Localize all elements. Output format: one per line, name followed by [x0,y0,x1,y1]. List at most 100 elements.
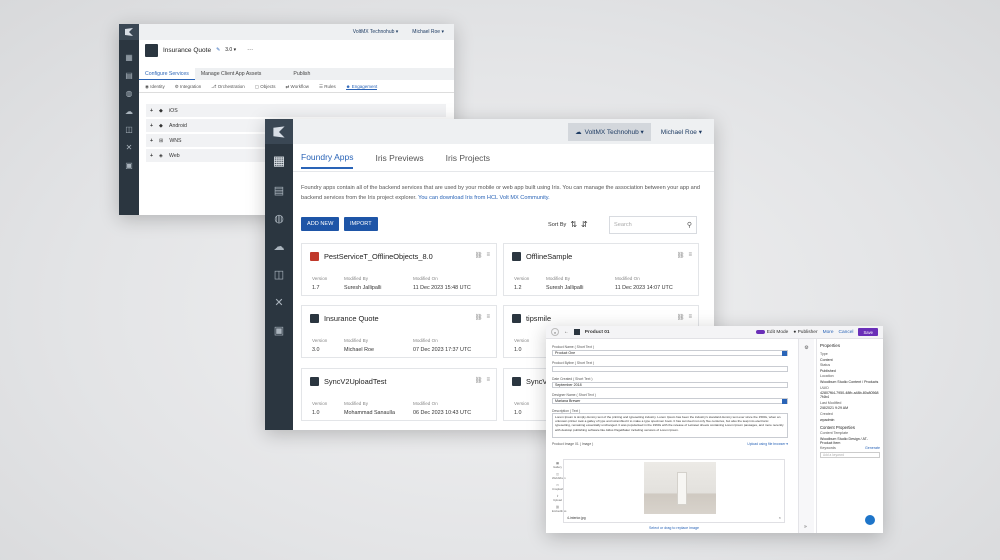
apps-grid-icon[interactable]: ▦ [265,146,293,176]
link-icon[interactable]: ⛓ [475,377,483,384]
tab-foundry-apps[interactable]: Foundry Apps [301,152,354,169]
settings-icon[interactable]: ▣ [265,316,293,344]
app-card[interactable]: OfflineSample ⛓ ≡ Version Modified By Mod… [503,243,699,296]
app-card[interactable]: Insurance Quote ⛓ ≡ Version Modified By M… [301,305,497,358]
app-card[interactable]: SyncV2UploadTest ⛓ ≡ Version Modified By … [301,368,497,421]
image-preview[interactable]: 4-interior.jpg × [563,459,785,523]
download-iris-link[interactable]: You can download Iris from HCL Volt MX C… [418,195,550,201]
unsplash-tool[interactable]: ▭ Unsplash [552,483,564,491]
tab-configure-services[interactable]: Configure Services [139,68,195,80]
app-name[interactable]: OfflineSample [526,252,572,261]
menu-icon[interactable]: ≡ [688,252,692,259]
subtab-orchestration[interactable]: ⎇ Orchestration [211,84,244,90]
field-action-icon[interactable] [782,399,787,404]
subtab-integration[interactable]: ⚙ Integration [175,84,202,90]
cloud-icon[interactable]: ☁ [265,232,293,260]
webalbum-tool[interactable]: ◫ WebAlbum [552,472,566,480]
sort-date-icon[interactable]: ⇵ [581,220,588,229]
product-name-input[interactable]: Product One [552,350,788,356]
generate-keywords-button[interactable]: Generate [865,446,880,450]
date-created-input[interactable]: September 2018 [552,382,788,388]
link-icon[interactable]: ⛓ [677,314,685,321]
expand-icon[interactable]: + [150,153,153,159]
expand-icon[interactable]: + [150,108,153,114]
platform-label: Android [169,122,187,129]
app-name[interactable]: PestServiceT_OfflineObjects_8.0 [324,252,433,261]
field-action-icon[interactable] [782,351,787,356]
link-icon[interactable]: ⛓ [475,252,483,259]
subtab-identity[interactable]: ◉ Identity [145,84,165,90]
app-name[interactable]: Insurance Quote [324,314,379,323]
edit-mode-toggle[interactable]: Edit Mode [755,330,788,335]
app-name[interactable]: SyncV2UploadTest [324,377,386,386]
search-input[interactable]: Search ⚲ [609,216,697,234]
dashboard-icon[interactable]: ▤ [119,66,139,84]
replace-image-link[interactable]: Select or drag to replace image [563,526,785,530]
close-icon[interactable]: × [551,328,559,336]
import-button[interactable]: IMPORT [344,217,378,231]
upload-link[interactable]: Upload using file browser ▾ [747,442,788,446]
cloud-selector[interactable]: VoltMX Technohub ▾ [353,29,399,35]
tab-publish[interactable]: Publish [267,68,316,80]
embed-tool[interactable]: ⛓ Embedlinks [552,505,566,513]
subtab-workflow[interactable]: ⇄ Workflow [286,84,309,90]
tools-icon[interactable]: ✕ [119,138,139,156]
tab-manage-assets[interactable]: Manage Client App Assets [195,68,268,80]
back-arrow-icon[interactable]: ← [564,330,569,335]
gallery-tool[interactable]: ▦ Gallery [552,461,563,469]
settings-icon[interactable]: ▣ [119,156,139,174]
menu-icon[interactable]: ≡ [688,314,692,321]
save-button[interactable]: Save [858,328,878,336]
menu-icon[interactable]: ≡ [486,377,490,384]
tab-iris-projects[interactable]: Iris Projects [446,153,490,163]
more-menu[interactable]: ··· [247,47,253,53]
properties-tab-icon[interactable]: ⚙ [799,345,814,351]
description-textarea[interactable]: Lorem Ipsum is simply dummy text of the … [552,413,788,438]
link-icon[interactable]: ⛓ [475,314,483,321]
link-icon[interactable]: ⛓ [677,252,685,259]
user-menu[interactable]: Michael Roe ▾ [657,128,706,136]
service-tabs: Configure Services Manage Client App Ass… [139,68,454,80]
sort-alpha-icon[interactable]: ⇅ [570,220,577,229]
menu-icon[interactable]: ≡ [486,314,490,321]
designer-name-input[interactable]: Mariana Brewer [552,398,788,404]
left-nav-rail: ▦ ▤ ◍ ☁ ◫ ✕ ▣ [265,119,293,430]
user-menu[interactable]: Michael Roe ▾ [412,29,444,35]
voltmx-logo[interactable] [119,24,139,40]
tab-iris-previews[interactable]: Iris Previews [375,153,423,163]
toggle-switch[interactable] [755,330,765,334]
dashboard-icon[interactable]: ▤ [265,176,293,204]
app-name[interactable]: SyncV [526,377,547,386]
cancel-button[interactable]: Cancel [839,330,854,335]
version-select[interactable]: 3.0 ▾ [225,47,236,53]
cloud-icon[interactable]: ☁ [119,102,139,120]
voltmx-logo[interactable] [265,119,293,144]
search-icon[interactable]: ⚲ [687,221,692,229]
edit-icon[interactable]: ✎ [216,47,220,53]
subtab-engagement[interactable]: ☻ Engagement [345,84,378,90]
cloud-selector[interactable]: ☁ VoltMX Technohub ▾ [568,122,651,141]
subtab-rules[interactable]: ☰ Rules [319,84,336,90]
add-new-button[interactable]: ADD NEW [301,217,340,231]
upload-tool[interactable]: ⇪ Upload [552,494,563,502]
keyword-input[interactable]: Add a keyword [820,451,880,458]
app-name[interactable]: tipsmile [526,314,551,323]
modified-by-value: Suresh Jallipalli [344,285,382,291]
close-icon[interactable]: × [779,515,781,520]
globe-icon[interactable]: ◍ [119,84,139,102]
product-byline-input[interactable] [552,366,788,372]
platform-row-ios[interactable]: + ◆ iOS [146,104,446,117]
subtab-objects[interactable]: ▢ Objects [255,84,276,90]
chart-icon[interactable]: ◫ [265,260,293,288]
chat-icon[interactable] [865,515,875,525]
expand-panel-icon[interactable]: » [804,524,807,530]
apps-grid-icon[interactable]: ▦ [119,48,139,66]
app-card[interactable]: PestServiceT_OfflineObjects_8.0 ⛓ ≡ Versi… [301,243,497,296]
more-button[interactable]: More [823,330,834,335]
expand-icon[interactable]: + [150,123,153,129]
chart-icon[interactable]: ◫ [119,120,139,138]
tools-icon[interactable]: ✕ [265,288,293,316]
expand-icon[interactable]: + [150,138,153,144]
menu-icon[interactable]: ≡ [486,252,490,259]
globe-icon[interactable]: ◍ [265,204,293,232]
